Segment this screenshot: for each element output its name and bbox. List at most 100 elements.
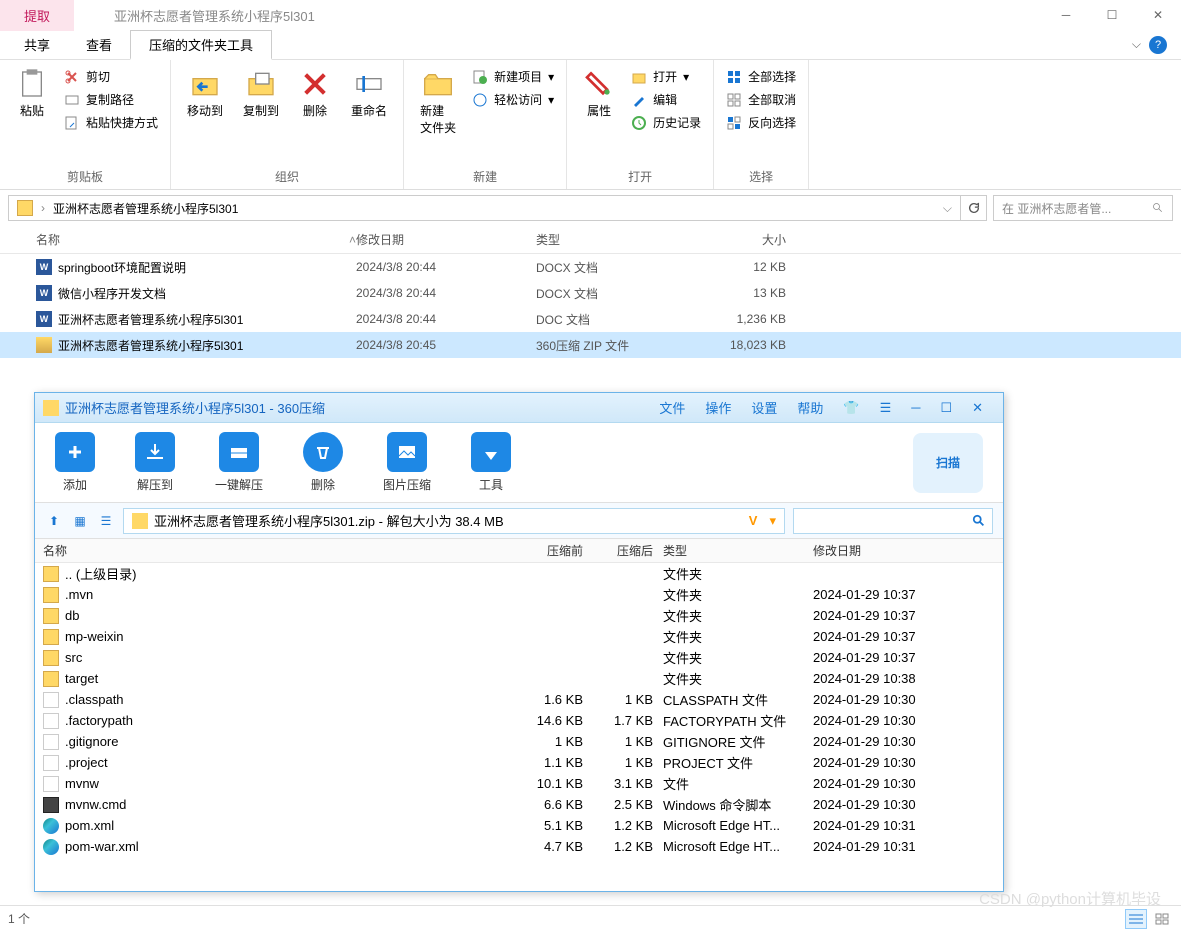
folder-icon	[43, 629, 59, 645]
zip-menu-settings[interactable]: 设置	[751, 398, 777, 417]
newfolder-icon	[422, 68, 454, 100]
invert-button[interactable]: 反向选择	[726, 114, 796, 131]
zip-titlebar[interactable]: 亚洲杯志愿者管理系统小程序5l301 - 360压缩 文件 操作 设置 帮助 👕…	[35, 393, 1003, 423]
easyaccess-button[interactable]: 轻松访问 ▾	[472, 91, 554, 108]
zip-scan-button[interactable]: 扫描	[913, 433, 983, 493]
breadcrumb[interactable]: 亚洲杯志愿者管理系统小程序5l301	[53, 200, 238, 217]
copyto-button[interactable]: 复制到	[235, 64, 287, 123]
zip-maximize-button[interactable]: ☐	[940, 400, 952, 416]
edit-button[interactable]: 编辑	[631, 91, 701, 108]
file-row[interactable]: W微信小程序开发文档2024/3/8 20:44DOCX 文档13 KB	[0, 280, 1181, 306]
file-row[interactable]: Wspringboot环境配置说明2024/3/8 20:44DOCX 文档12…	[0, 254, 1181, 280]
delete-button[interactable]: 删除	[291, 64, 339, 123]
zip-file-date: 2024-01-29 10:30	[813, 692, 963, 707]
zip-file-date: 2024-01-29 10:37	[813, 608, 963, 623]
zip-skin-icon[interactable]: 👕	[843, 400, 859, 416]
zip-menu-operate[interactable]: 操作	[705, 398, 731, 417]
newitem-button[interactable]: 新建项目 ▾	[472, 68, 554, 85]
zip-oneclick-button[interactable]: 一键解压	[215, 432, 263, 493]
zip-view2-button[interactable]: ☰	[97, 512, 115, 530]
menu-view[interactable]: 查看	[68, 31, 130, 58]
paste-button[interactable]: 粘贴	[8, 64, 56, 123]
zip-file-date: 2024-01-29 10:30	[813, 734, 963, 749]
selectall-button[interactable]: 全部选择	[726, 68, 796, 85]
context-tab[interactable]: 提取	[0, 0, 74, 31]
file-row[interactable]: W亚洲杯志愿者管理系统小程序5l3012024/3/8 20:44DOC 文档1…	[0, 306, 1181, 332]
file-date: 2024/3/8 20:45	[356, 338, 536, 352]
zip-minimize-button[interactable]: ─	[911, 400, 920, 415]
edge-icon	[43, 818, 59, 834]
zip-row[interactable]: .classpath1.6 KB1 KBCLASSPATH 文件2024-01-…	[35, 689, 1003, 710]
chevron-down-icon[interactable]: ⌵	[1132, 37, 1141, 52]
properties-button[interactable]: 属性	[575, 64, 623, 123]
zip-row[interactable]: src文件夹2024-01-29 10:37	[35, 647, 1003, 668]
zip-row[interactable]: .mvn文件夹2024-01-29 10:37	[35, 584, 1003, 605]
zip-up-button[interactable]: ⬆	[45, 512, 63, 530]
zip-close-button[interactable]: ✕	[972, 400, 983, 416]
rename-button[interactable]: 重命名	[343, 64, 395, 123]
zip-menu-file[interactable]: 文件	[659, 398, 685, 417]
zip-menu-help[interactable]: 帮助	[797, 398, 823, 417]
ribbon: 粘贴 剪切 复制路径 粘贴快捷方式 剪贴板 移动到 复制到 删除 重命名 组织 …	[0, 60, 1181, 190]
zip-file-type: Microsoft Edge HT...	[663, 818, 813, 833]
menu-share[interactable]: 共享	[6, 31, 68, 58]
zip-row[interactable]: target文件夹2024-01-29 10:38	[35, 668, 1003, 689]
search-input[interactable]: 在 亚洲杯志愿者管...	[993, 195, 1173, 221]
zip-column-headers[interactable]: 名称 压缩前 压缩后 类型 修改日期	[35, 539, 1003, 563]
zip-search-input[interactable]	[793, 508, 993, 534]
file-list: Wspringboot环境配置说明2024/3/8 20:44DOCX 文档12…	[0, 254, 1181, 358]
paste-shortcut-button[interactable]: 粘贴快捷方式	[64, 114, 158, 131]
group-label-clipboard: 剪贴板	[8, 164, 162, 185]
zip-row[interactable]: mvnw10.1 KB3.1 KB文件2024-01-29 10:30	[35, 773, 1003, 794]
zip-row[interactable]: .project1.1 KB1 KBPROJECT 文件2024-01-29 1…	[35, 752, 1003, 773]
help-icon[interactable]: ?	[1149, 36, 1167, 54]
zip-size-before: 10.1 KB	[503, 776, 583, 791]
file-size: 18,023 KB	[686, 338, 786, 352]
zip-row[interactable]: .. (上级目录)文件夹	[35, 563, 1003, 584]
close-button[interactable]: ✕	[1135, 0, 1181, 30]
folder-icon	[17, 200, 33, 216]
zip-row[interactable]: db文件夹2024-01-29 10:37	[35, 605, 1003, 626]
plus-icon	[63, 440, 87, 464]
zip-delete-button[interactable]: 删除	[303, 432, 343, 493]
history-button[interactable]: 历史记录	[631, 114, 701, 131]
file-size: 1,236 KB	[686, 312, 786, 326]
zip-row[interactable]: mvnw.cmd6.6 KB2.5 KBWindows 命令脚本2024-01-…	[35, 794, 1003, 815]
zip-row[interactable]: pom-war.xml4.7 KB1.2 KBMicrosoft Edge HT…	[35, 836, 1003, 857]
view-details-button[interactable]	[1125, 909, 1147, 929]
minimize-button[interactable]: ─	[1043, 0, 1089, 30]
zip-file-list: .. (上级目录)文件夹.mvn文件夹2024-01-29 10:37db文件夹…	[35, 563, 1003, 857]
zip-row[interactable]: .gitignore1 KB1 KBGITIGNORE 文件2024-01-29…	[35, 731, 1003, 752]
search-icon	[1152, 202, 1164, 214]
moveto-button[interactable]: 移动到	[179, 64, 231, 123]
zip-add-button[interactable]: 添加	[55, 432, 95, 493]
cut-button[interactable]: 剪切	[64, 68, 158, 85]
open-button[interactable]: 打开 ▾	[631, 68, 701, 85]
menu-zip-tools[interactable]: 压缩的文件夹工具	[130, 30, 272, 60]
column-headers[interactable]: 名称˄ 修改日期 类型 大小	[0, 226, 1181, 254]
zip-tools-button[interactable]: 工具	[471, 432, 511, 493]
zip-row[interactable]: .factorypath14.6 KB1.7 KBFACTORYPATH 文件2…	[35, 710, 1003, 731]
zip-size-after: 1.2 KB	[583, 839, 663, 854]
file-row[interactable]: 亚洲杯志愿者管理系统小程序5l3012024/3/8 20:45360压缩 ZI…	[0, 332, 1181, 358]
zip-feedback-icon[interactable]: ☰	[880, 400, 892, 416]
zip-file-name: mvnw	[65, 776, 99, 791]
zip-row[interactable]: pom.xml5.1 KB1.2 KBMicrosoft Edge HT...2…	[35, 815, 1003, 836]
oneclick-icon	[227, 440, 251, 464]
maximize-button[interactable]: ☐	[1089, 0, 1135, 30]
zip-size-before: 5.1 KB	[503, 818, 583, 833]
chevron-down-icon[interactable]: ▾	[769, 513, 776, 529]
zip-row[interactable]: mp-weixin文件夹2024-01-29 10:37	[35, 626, 1003, 647]
address-path[interactable]: › 亚洲杯志愿者管理系统小程序5l301 ⌵	[8, 195, 961, 221]
newfolder-button[interactable]: 新建 文件夹	[412, 64, 464, 140]
refresh-button[interactable]	[961, 195, 987, 221]
newitem-icon	[472, 69, 488, 85]
zip-path-input[interactable]: 亚洲杯志愿者管理系统小程序5l301.zip - 解包大小为 38.4 MB V…	[123, 508, 785, 534]
selectnone-button[interactable]: 全部取消	[726, 91, 796, 108]
zip-view1-button[interactable]: ▦	[71, 512, 89, 530]
window-titlebar: 提取 亚洲杯志愿者管理系统小程序5l301 ─ ☐ ✕	[0, 0, 1181, 30]
zip-extractto-button[interactable]: 解压到	[135, 432, 175, 493]
view-icons-button[interactable]	[1151, 909, 1173, 929]
copy-path-button[interactable]: 复制路径	[64, 91, 158, 108]
zip-imgcompress-button[interactable]: 图片压缩	[383, 432, 431, 493]
